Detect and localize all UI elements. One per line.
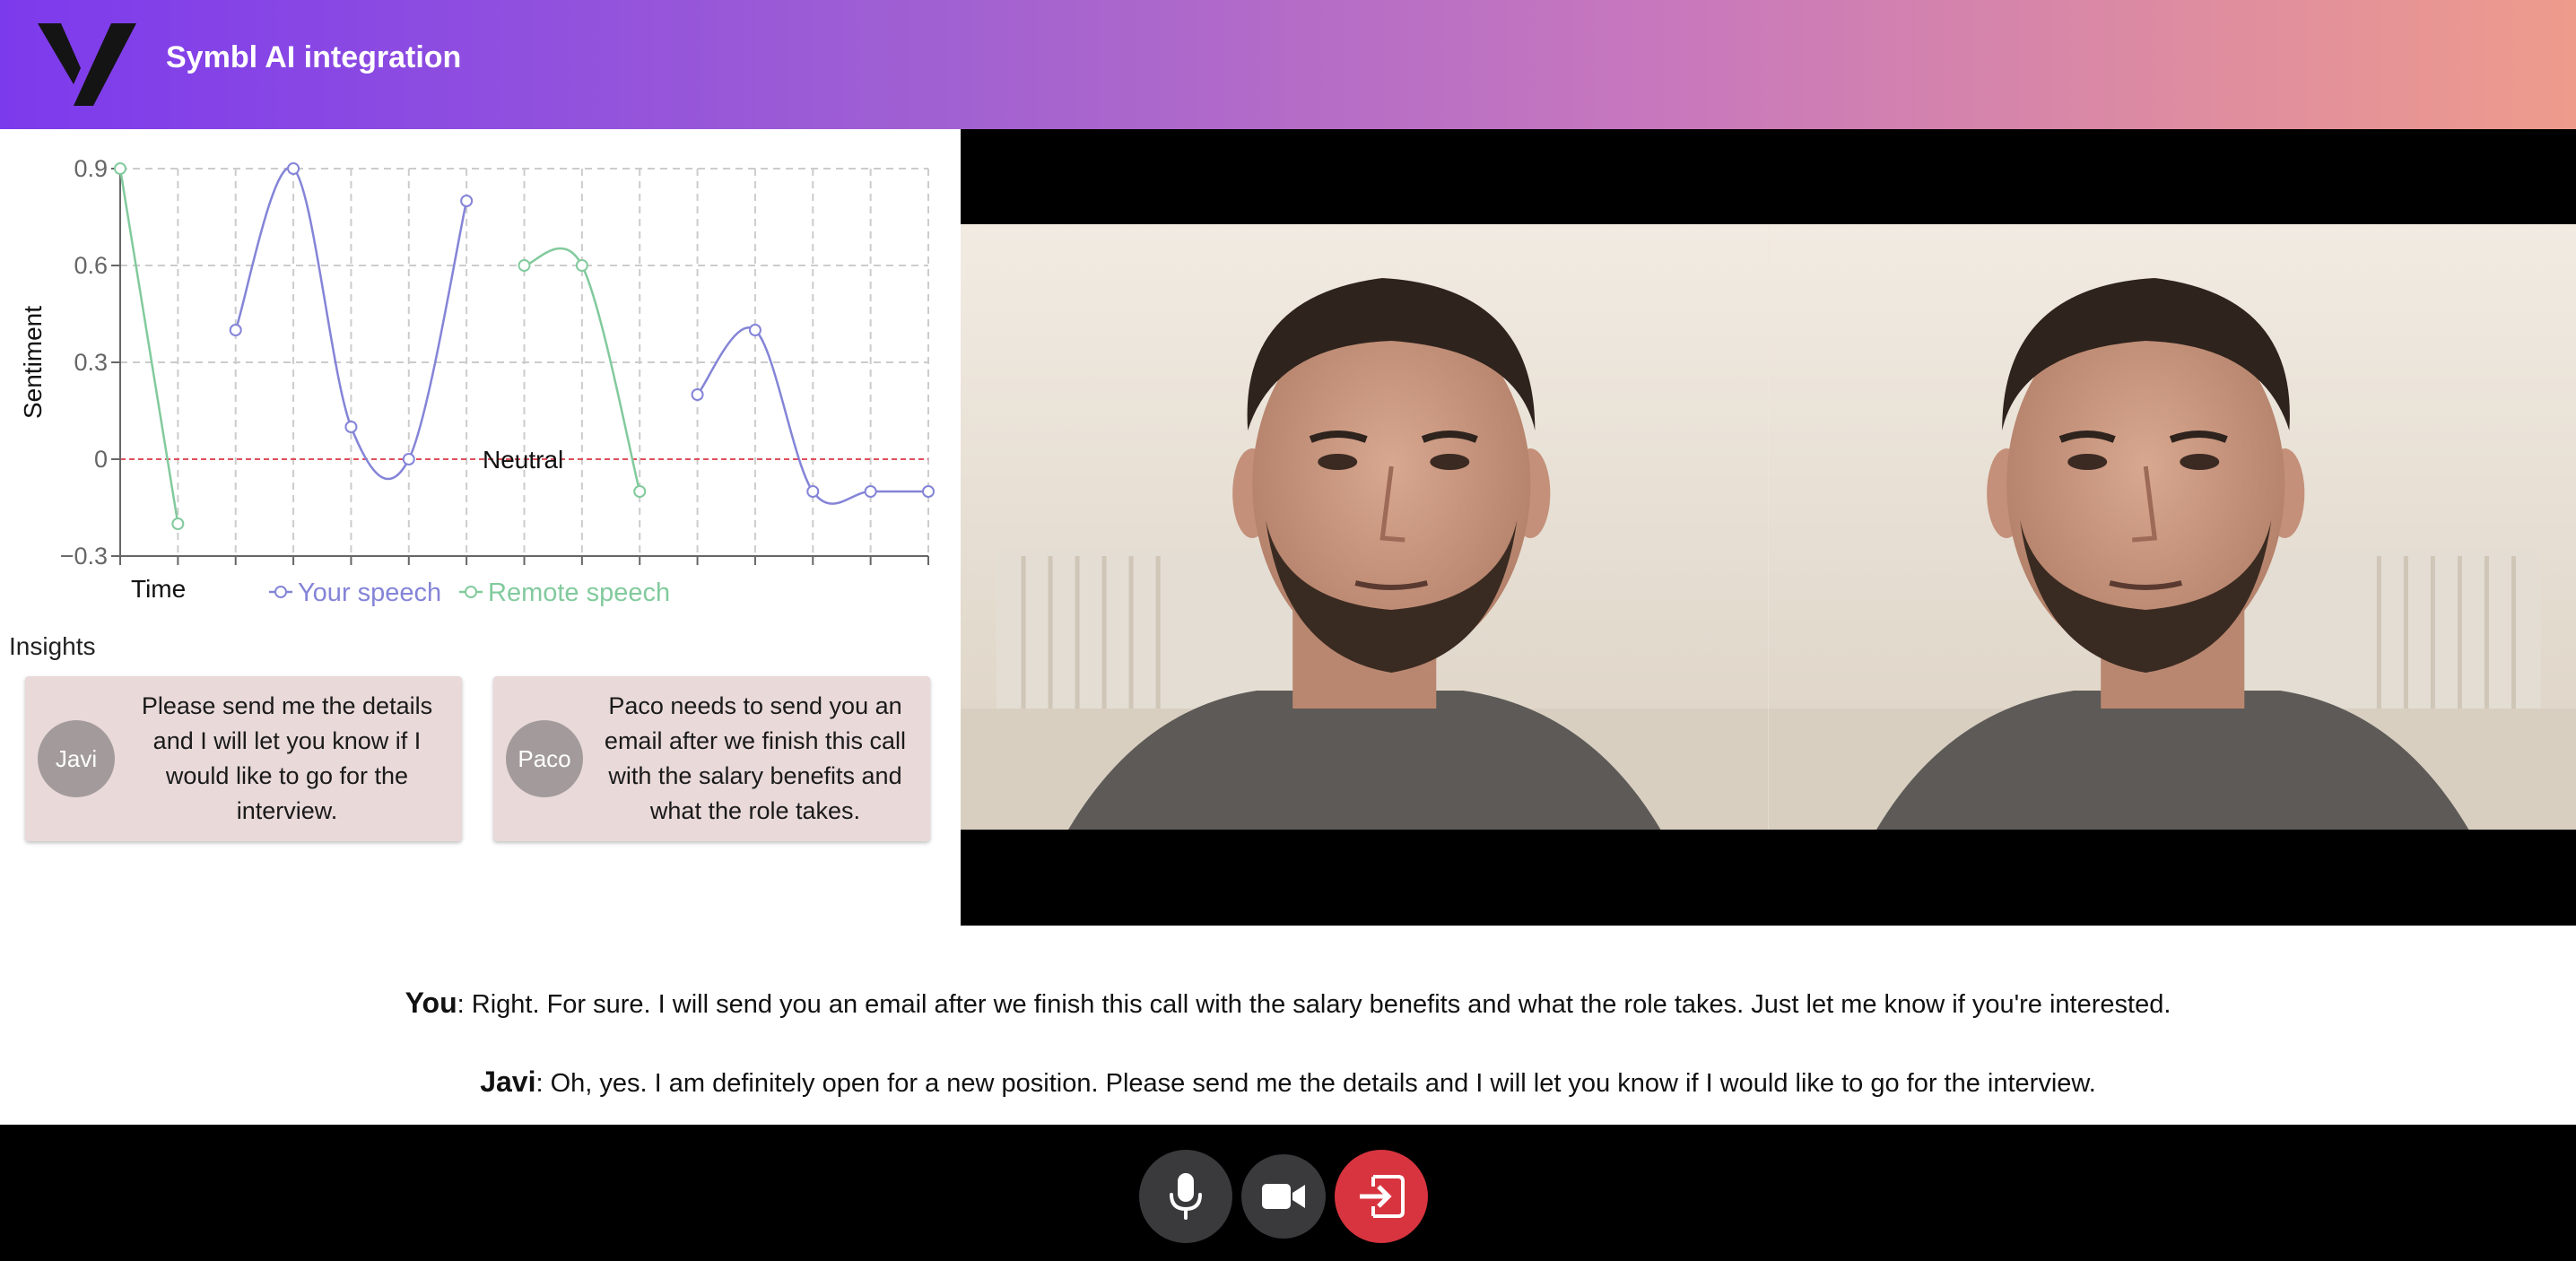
- insight-text: Please send me the details and I will le…: [141, 692, 433, 824]
- call-controls: [0, 1125, 2576, 1261]
- data-point: [287, 162, 300, 175]
- participant-video-mirrored: [1768, 224, 2576, 830]
- transcript-line: You: Right. For sure. I will send you an…: [0, 987, 2576, 1021]
- series-line: [696, 326, 928, 505]
- legend-marker: [274, 586, 287, 598]
- y-tick-label: 0.3: [74, 349, 108, 376]
- app-header: Symbl AI integration: [0, 0, 2576, 129]
- data-point: [229, 324, 242, 336]
- y-tick-label: −0.3: [60, 543, 108, 570]
- transcript-speaker: Javi: [480, 1065, 536, 1098]
- data-point: [402, 453, 415, 465]
- y-tick-label: 0.9: [74, 155, 108, 182]
- data-point: [691, 388, 704, 401]
- x-axis-label: Time: [131, 575, 186, 603]
- data-point: [575, 259, 588, 272]
- data-point: [922, 485, 935, 498]
- avatar: Javi: [38, 720, 115, 797]
- mute-button[interactable]: [1139, 1150, 1232, 1243]
- data-point: [460, 195, 474, 207]
- video-camera-icon: [1262, 1184, 1305, 1209]
- transcript-text: : Oh, yes. I am definitely open for a ne…: [535, 1069, 2096, 1098]
- leave-call-button[interactable]: [1335, 1150, 1428, 1243]
- neutral-label: Neutral: [483, 446, 563, 474]
- video-stream: [961, 224, 2576, 830]
- insight-card: Paco Paco needs to send you an email aft…: [493, 676, 930, 841]
- sentiment-chart-svg: 0.9 0.6 0.3 0 −0.3 Neutral Sentiment Time Your …: [19, 155, 935, 607]
- series-line: [118, 168, 179, 525]
- app-title: Symbl AI integration: [166, 40, 462, 74]
- transcript-line: Javi: Oh, yes. I am definitely open for …: [0, 1065, 2576, 1100]
- participant-video: [961, 224, 1769, 830]
- legend-label: Remote speech: [488, 578, 670, 607]
- data-point: [171, 517, 185, 530]
- vonage-logo: [38, 23, 136, 106]
- legend-marker: [465, 586, 477, 598]
- legend-label: Your speech: [298, 578, 441, 607]
- insight-card: Javi Please send me the details and I wi…: [25, 676, 462, 841]
- y-axis-label: Sentiment: [19, 306, 47, 419]
- microphone-icon: [1170, 1173, 1202, 1220]
- data-point: [864, 485, 877, 498]
- avatar: Paco: [506, 720, 583, 797]
- sentiment-chart: 0.9 0.6 0.3 0 −0.3 Neutral Sentiment Time Your …: [0, 129, 961, 613]
- data-point: [518, 259, 531, 272]
- camera-button[interactable]: [1241, 1154, 1326, 1239]
- insights-title: Insights: [9, 632, 96, 660]
- data-point: [344, 421, 358, 433]
- leave-call-icon: [1360, 1175, 1405, 1218]
- insight-text: Paco needs to send you an email after we…: [604, 692, 907, 824]
- transcript-text: : Right. For sure. I will send you an em…: [457, 990, 2171, 1019]
- y-tick-label: 0: [94, 446, 108, 473]
- data-point: [114, 162, 126, 175]
- y-tick-label: 0.6: [74, 252, 108, 279]
- data-point: [806, 485, 820, 498]
- data-point: [748, 324, 761, 336]
- data-point: [633, 485, 647, 498]
- transcript-speaker: You: [405, 987, 457, 1019]
